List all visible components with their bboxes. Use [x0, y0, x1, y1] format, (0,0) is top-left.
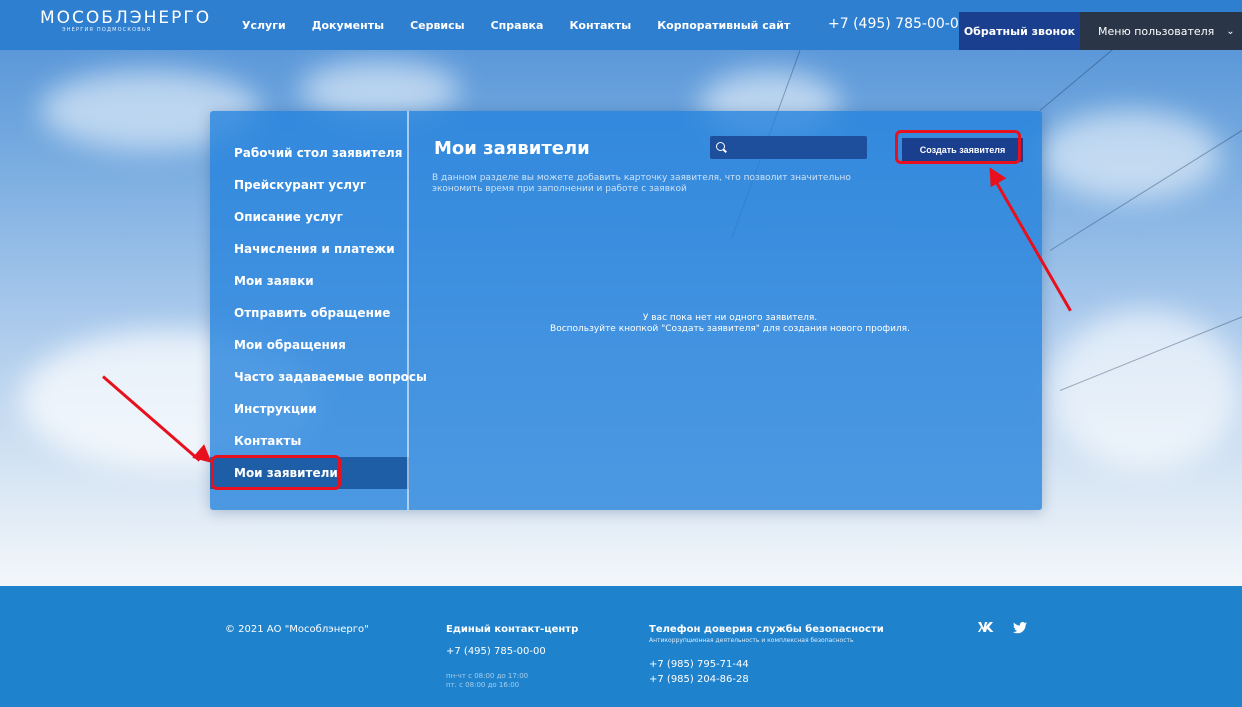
sidebar-item-faq[interactable]: Часто задаваемые вопросы [210, 361, 427, 393]
sidebar-item-my-requests[interactable]: Мои обращения [210, 329, 407, 361]
search-icon [716, 142, 725, 151]
footer: © 2021 АО "Мособлэнерго" Единый контакт-… [0, 586, 1242, 707]
twitter-icon[interactable] [1013, 622, 1027, 637]
page-title: Мои заявители [434, 138, 590, 159]
chevron-down-icon: ⌄ [1226, 25, 1235, 37]
security-phone-1[interactable]: +7 (985) 795-71-44 [649, 659, 749, 670]
contact-center-title: Единый контакт-центр [446, 624, 579, 635]
mosoblenergo-logo[interactable]: МОСОБЛЭНЕРГО ЭНЕРГИЯ ПОДМОСКОВЬЯ [40, 9, 210, 41]
sidebar: Рабочий стол заявителя Прейскурант услуг… [210, 111, 427, 510]
security-hotline-title: Телефон доверия службы безопасности [649, 624, 884, 635]
top-navigation-bar: МОСОБЛЭНЕРГО ЭНЕРГИЯ ПОДМОСКОВЬЯ Услуги … [0, 0, 1242, 50]
nav-item-corporate-site[interactable]: Корпоративный сайт [657, 19, 790, 32]
contact-center-hours: пн-чт с 08:00 до 17:00 пт. с 08:00 до 16… [446, 672, 528, 690]
sidebar-item-send-request[interactable]: Отправить обращение [210, 297, 407, 329]
highlight-my-applicants [211, 455, 341, 490]
highlight-create-button [895, 130, 1021, 164]
nav-item-tools[interactable]: Сервисы [410, 19, 465, 32]
section-description: В данном разделе вы можете добавить карт… [432, 173, 851, 194]
empty-state-line-2: Воспользуйте кнопкой "Создать заявителя"… [550, 324, 910, 334]
sidebar-item-contacts[interactable]: Контакты [210, 425, 407, 457]
sidebar-divider [407, 111, 409, 510]
sidebar-item-price-list[interactable]: Прейскурант услуг [210, 169, 407, 201]
sidebar-item-instructions[interactable]: Инструкции [210, 393, 407, 425]
contact-center-phone[interactable]: +7 (495) 785-00-00 [446, 646, 546, 657]
security-hotline-subtitle: Антикоррупционная деятельность и комплек… [649, 637, 854, 644]
hours-friday: пт. с 08:00 до 16:00 [446, 681, 520, 689]
main-card: Рабочий стол заявителя Прейскурант услуг… [210, 111, 1042, 510]
vk-glyph [978, 622, 994, 632]
hours-weekdays: пн-чт с 08:00 до 17:00 [446, 672, 529, 680]
nav-item-documents[interactable]: Документы [312, 19, 384, 32]
twitter-glyph [1013, 622, 1027, 634]
empty-state-message: У вас пока нет ни одного заявителя. Восп… [510, 313, 950, 335]
sidebar-item-payments[interactable]: Начисления и платежи [210, 233, 407, 265]
sidebar-item-dashboard[interactable]: Рабочий стол заявителя [210, 137, 407, 169]
search-input[interactable] [710, 136, 867, 159]
sidebar-item-my-applications[interactable]: Мои заявки [210, 265, 407, 297]
header-phone[interactable]: +7 (495) 785-00-00 [828, 16, 968, 32]
nav-item-help[interactable]: Справка [491, 19, 544, 32]
vk-icon[interactable] [978, 622, 994, 635]
logo-subtitle: ЭНЕРГИЯ ПОДМОСКОВЬЯ [62, 27, 152, 33]
main-nav: Услуги Документы Сервисы Справка Контакт… [242, 0, 816, 50]
nav-item-contacts[interactable]: Контакты [569, 19, 631, 32]
copyright: © 2021 АО "Мособлэнерго" [225, 624, 369, 635]
user-menu-button[interactable]: Меню пользователя ⌄ [1080, 12, 1242, 50]
user-menu-label: Меню пользователя [1098, 24, 1215, 38]
nav-item-services[interactable]: Услуги [242, 19, 286, 32]
security-phone-2[interactable]: +7 (985) 204-86-28 [649, 674, 749, 685]
callback-button[interactable]: Обратный звонок [959, 12, 1080, 50]
empty-state-line-1: У вас пока нет ни одного заявителя. [642, 313, 818, 323]
sidebar-item-service-description[interactable]: Описание услуг [210, 201, 407, 233]
logo-text: МОСОБЛЭНЕРГО [40, 8, 212, 28]
